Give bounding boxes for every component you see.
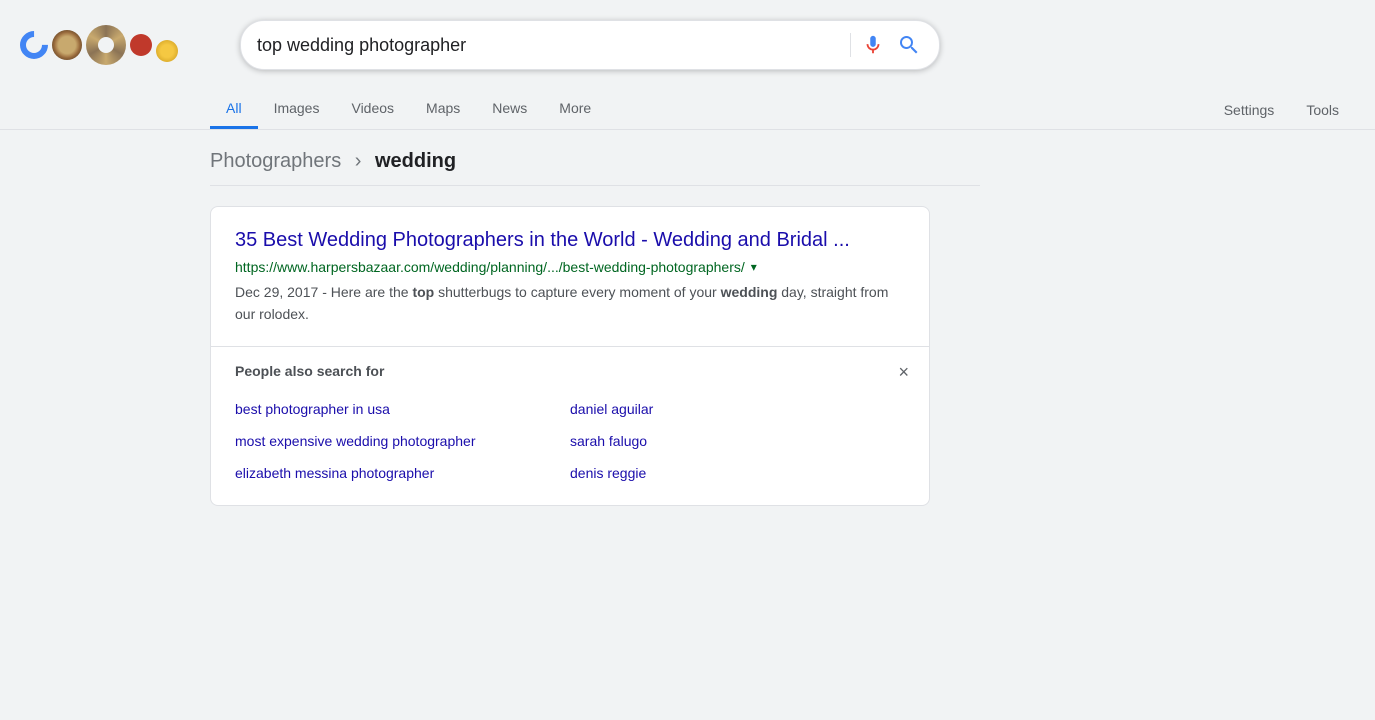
snippet-dash: - Here are the — [322, 284, 412, 300]
result-snippet: Dec 29, 2017 - Here are the top shutterb… — [235, 281, 905, 326]
doodle-shape-4 — [156, 40, 178, 62]
people-also-search-section: People also search for × best photograph… — [211, 346, 929, 505]
google-logo — [20, 10, 220, 80]
microphone-icon[interactable] — [861, 33, 885, 57]
snippet-bold-wedding: wedding — [721, 284, 778, 300]
result-url-caret: ▾ — [751, 260, 757, 274]
breadcrumb-parent[interactable]: Photographers — [210, 150, 341, 172]
tab-news[interactable]: News — [476, 90, 543, 129]
result-main: 35 Best Wedding Photographers in the Wor… — [211, 207, 929, 346]
breadcrumb-current: wedding — [375, 150, 456, 172]
people-grid: best photographer in usa daniel aguilar … — [235, 393, 905, 489]
people-link-2[interactable]: daniel aguilar — [570, 393, 905, 425]
snippet-bold-top: top — [412, 284, 434, 300]
tab-images[interactable]: Images — [258, 90, 336, 129]
doodle-letter-g — [14, 25, 54, 65]
settings-link[interactable]: Settings — [1208, 92, 1291, 128]
people-link-3[interactable]: most expensive wedding photographer — [235, 425, 570, 457]
search-bar — [240, 20, 940, 70]
breadcrumb-separator: › — [355, 150, 362, 172]
result-url[interactable]: https://www.harpersbazaar.com/wedding/pl… — [235, 259, 745, 275]
tab-videos[interactable]: Videos — [335, 90, 410, 129]
people-link-5[interactable]: elizabeth messina photographer — [235, 457, 570, 489]
search-divider — [850, 33, 851, 57]
main-content: Photographers › wedding 35 Best Wedding … — [0, 130, 1000, 526]
search-input[interactable] — [257, 35, 840, 56]
people-also-search-title: People also search for — [235, 363, 905, 379]
google-doodle — [20, 10, 200, 80]
tools-link[interactable]: Tools — [1290, 92, 1355, 128]
nav-tabs: All Images Videos Maps News More Setting… — [0, 90, 1375, 129]
people-link-1[interactable]: best photographer in usa — [235, 393, 570, 425]
result-card: 35 Best Wedding Photographers in the Wor… — [210, 206, 930, 506]
doodle-shape-1 — [52, 30, 82, 60]
snippet-date: Dec 29, 2017 — [235, 284, 318, 300]
doodle-shape-3 — [130, 34, 152, 56]
tab-more[interactable]: More — [543, 90, 607, 129]
result-url-row: https://www.harpersbazaar.com/wedding/pl… — [235, 259, 905, 275]
tab-all[interactable]: All — [210, 90, 258, 129]
people-link-6[interactable]: denis reggie — [570, 457, 905, 489]
people-link-4[interactable]: sarah falugo — [570, 425, 905, 457]
breadcrumb: Photographers › wedding — [210, 150, 980, 186]
search-button[interactable] — [895, 31, 923, 59]
people-close-button[interactable]: × — [898, 363, 909, 381]
result-title[interactable]: 35 Best Wedding Photographers in the Wor… — [235, 227, 905, 253]
snippet-middle: shutterbugs to capture every moment of y… — [438, 284, 720, 300]
tab-maps[interactable]: Maps — [410, 90, 476, 129]
search-bar-wrapper — [240, 20, 940, 70]
doodle-shape-2 — [86, 25, 126, 65]
